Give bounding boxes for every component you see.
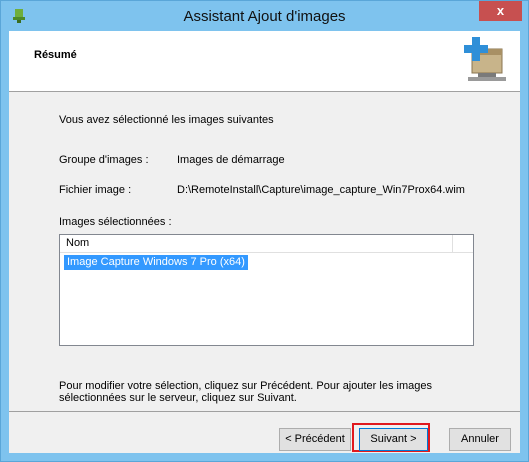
next-button[interactable]: Suivant >: [359, 428, 428, 451]
selected-images-list[interactable]: Nom Image Capture Windows 7 Pro (x64): [59, 234, 474, 346]
previous-button[interactable]: < Précédent: [279, 428, 351, 451]
image-group-value: Images de démarrage: [177, 154, 285, 166]
list-header: Nom: [60, 235, 473, 253]
cancel-button[interactable]: Annuler: [449, 428, 511, 451]
close-button[interactable]: x: [479, 1, 522, 21]
selected-images-label: Images sélectionnées :: [59, 216, 172, 228]
wizard-window: Assistant Ajout d'images x Résumé Vous a…: [0, 0, 529, 462]
image-group-label: Groupe d'images :: [59, 154, 149, 166]
image-file-label: Fichier image :: [59, 184, 132, 196]
button-separator: [9, 411, 520, 412]
title-bar[interactable]: Assistant Ajout d'images x: [1, 1, 528, 31]
image-file-value: D:\RemoteInstall\Capture\image_capture_W…: [177, 184, 465, 196]
summary-content: Vous avez sélectionné les images suivant…: [9, 92, 520, 410]
add-image-icon: [464, 37, 506, 81]
instructions-text: Pour modifier votre sélection, cliquez s…: [59, 380, 432, 404]
page-title: Résumé: [34, 49, 77, 61]
window-title: Assistant Ajout d'images: [183, 8, 346, 25]
wizard-client: Résumé Vous avez sélectionné les images …: [9, 31, 520, 453]
wizard-header: Résumé: [9, 31, 520, 92]
column-name-label: Nom: [66, 237, 90, 249]
list-item[interactable]: Image Capture Windows 7 Pro (x64): [64, 255, 248, 270]
column-header-name[interactable]: Nom: [60, 235, 453, 252]
intro-text: Vous avez sélectionné les images suivant…: [59, 114, 274, 126]
